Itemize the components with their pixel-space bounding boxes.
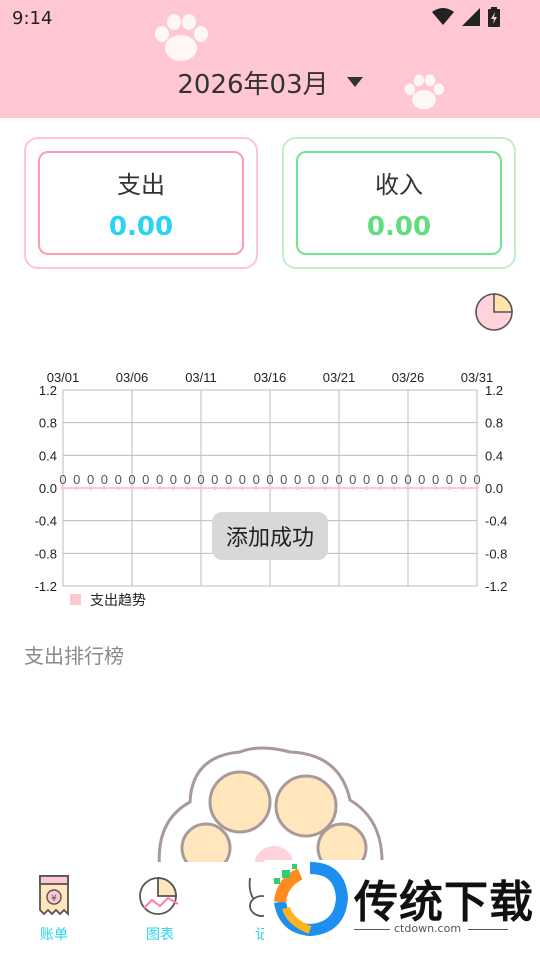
- data-label: 0: [322, 472, 329, 487]
- y-tick-label-left: 0.4: [39, 448, 57, 463]
- data-label: 0: [446, 472, 453, 487]
- data-label: 0: [460, 472, 467, 487]
- y-tick-label-right: 0.4: [485, 448, 503, 463]
- y-tick-label-right: -0.4: [485, 514, 507, 529]
- data-label: 0: [377, 472, 384, 487]
- data-label: 0: [335, 472, 342, 487]
- pie-chart-toggle-icon[interactable]: [474, 292, 514, 332]
- y-tick-label-right: 0.0: [485, 481, 503, 496]
- watermark-divider-right: [468, 929, 508, 930]
- data-label: 0: [197, 472, 204, 487]
- data-label: 0: [225, 472, 232, 487]
- y-tick-label-left: -0.8: [35, 546, 57, 561]
- data-label: 0: [239, 472, 246, 487]
- y-tick-label-left: 1.2: [39, 383, 57, 398]
- data-label: 0: [280, 472, 287, 487]
- x-tick-label: 03/21: [323, 370, 356, 385]
- watermark-brand: 传统下载: [354, 877, 534, 928]
- y-tick-label-left: -0.4: [35, 514, 57, 529]
- nav-label-bills: 账单: [40, 927, 68, 943]
- data-label: 0: [418, 472, 425, 487]
- data-label: 0: [253, 472, 260, 487]
- paw-decoration-icon: [155, 14, 208, 61]
- status-icons: [432, 7, 500, 27]
- pie-chart-icon: [139, 877, 179, 915]
- expense-value: 0.00: [108, 211, 174, 242]
- legend-label: 支出趋势: [90, 593, 146, 609]
- x-tick-label: 03/11: [185, 370, 217, 385]
- watermark-url: ctdown.com: [394, 922, 462, 935]
- caret-down-icon: [346, 76, 363, 87]
- expense-card[interactable]: 支出 0.00: [24, 137, 258, 269]
- data-label: 0: [404, 472, 411, 487]
- data-label: 0: [432, 472, 439, 487]
- data-label: 0: [184, 472, 191, 487]
- y-tick-label-left: 0.8: [39, 416, 57, 431]
- income-value: 0.00: [366, 211, 432, 242]
- receipt-icon: ¥: [39, 875, 69, 917]
- header: 9:14 2026年03月: [0, 0, 540, 118]
- data-label: 0: [59, 472, 66, 487]
- y-tick-label-left: -1.2: [35, 579, 57, 594]
- toast-message: 添加成功: [212, 512, 328, 560]
- data-label: 0: [266, 472, 273, 487]
- data-label: 0: [391, 472, 398, 487]
- data-label: 0: [294, 472, 301, 487]
- data-label: 0: [128, 472, 135, 487]
- signal-icon: [462, 8, 480, 26]
- nav-item-charts[interactable]: 图表: [120, 874, 200, 944]
- data-label: 0: [115, 472, 122, 487]
- x-tick-label: 03/16: [254, 370, 287, 385]
- month-selector[interactable]: 2026年03月: [0, 64, 540, 101]
- income-card-inner: 收入 0.00: [296, 151, 502, 255]
- y-tick-label-right: 1.2: [485, 383, 503, 398]
- income-card[interactable]: 收入 0.00: [282, 137, 516, 269]
- watermark-divider-left: [354, 929, 390, 930]
- y-tick-label-right: -0.8: [485, 546, 507, 561]
- data-label: 0: [87, 472, 94, 487]
- y-tick-label-right: -1.2: [485, 579, 507, 594]
- expense-card-inner: 支出 0.00: [38, 151, 244, 255]
- nav-item-bills[interactable]: ¥ 账单: [14, 874, 94, 944]
- data-label: 0: [170, 472, 177, 487]
- x-tick-label: 03/06: [116, 370, 149, 385]
- legend-swatch: [70, 594, 81, 605]
- y-tick-label-right: 0.8: [485, 416, 503, 431]
- svg-text:¥: ¥: [51, 894, 57, 904]
- x-tick-label: 03/31: [461, 370, 494, 385]
- expense-trend-chart: 1.2 1.2 0.8 0.8 0.4 0.4 0.0 0.0 -0.4 -0.4 -0.8 -0.8…: [35, 370, 508, 609]
- data-label: 0: [473, 472, 480, 487]
- data-label: 0: [142, 472, 149, 487]
- month-label: 2026年03月: [177, 70, 329, 100]
- data-label: 0: [73, 472, 80, 487]
- data-label: 0: [211, 472, 218, 487]
- data-label: 0: [156, 472, 163, 487]
- x-tick-label: 03/26: [392, 370, 425, 385]
- x-tick-label: 03/01: [47, 370, 80, 385]
- ranking-title: 支出排行榜: [24, 644, 124, 668]
- status-time: 9:14: [12, 8, 53, 29]
- empty-paw-illustration-icon: [157, 746, 384, 864]
- expense-label: 支出: [117, 170, 165, 199]
- y-tick-label-left: 0.0: [39, 481, 57, 496]
- watermark-logo-icon: [274, 862, 349, 936]
- watermark: 传统下载 ctdown.com: [264, 860, 540, 940]
- data-label: 0: [101, 472, 108, 487]
- battery-icon: [488, 7, 500, 27]
- data-label: 0: [308, 472, 315, 487]
- wifi-icon: [432, 8, 454, 25]
- data-label: 0: [363, 472, 370, 487]
- income-label: 收入: [375, 170, 423, 199]
- nav-label-charts: 图表: [146, 927, 174, 943]
- data-label: 0: [349, 472, 356, 487]
